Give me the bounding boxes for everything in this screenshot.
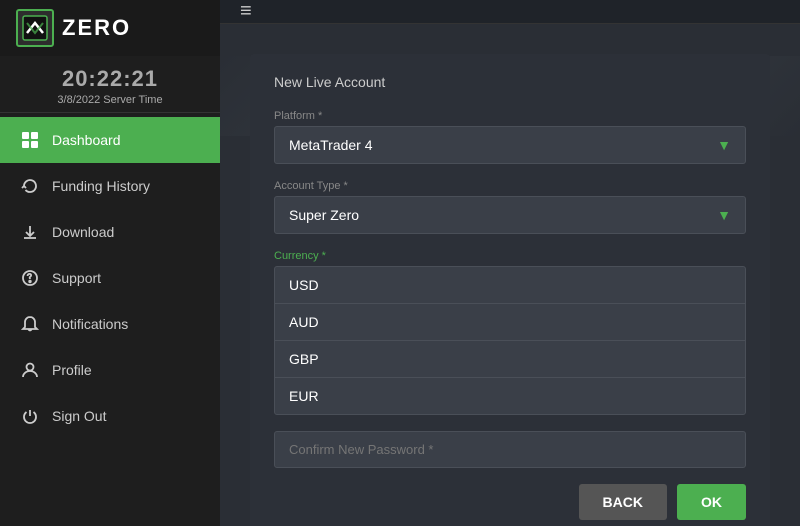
sidebar-nav: Dashboard Funding History Download xyxy=(0,113,220,526)
currency-gbp[interactable]: GBP xyxy=(275,341,745,378)
form-title: New Live Account xyxy=(274,74,746,90)
sidebar-item-funding-history[interactable]: Funding History xyxy=(0,163,220,209)
account-type-label: Account Type * xyxy=(274,180,746,192)
question-icon xyxy=(20,268,40,288)
account-type-dropdown-arrow: ▼ xyxy=(717,207,731,223)
logo-area: ZERO xyxy=(0,0,220,56)
bell-icon xyxy=(20,314,40,334)
sidebar: ZERO 20:22:21 3/8/2022 Server Time Dashb… xyxy=(0,0,220,526)
sidebar-item-sign-out[interactable]: Sign Out xyxy=(0,393,220,439)
sidebar-item-funding-history-label: Funding History xyxy=(52,178,150,194)
sidebar-item-sign-out-label: Sign Out xyxy=(52,408,106,424)
account-type-field: Account Type * Super Zero ▼ xyxy=(274,180,746,234)
time-display: 20:22:21 xyxy=(0,66,220,92)
download-icon xyxy=(20,222,40,242)
currency-label: Currency * xyxy=(274,250,746,262)
power-icon xyxy=(20,406,40,426)
refresh-icon xyxy=(20,176,40,196)
account-type-value: Super Zero xyxy=(289,207,359,223)
currency-usd[interactable]: USD xyxy=(275,267,745,304)
sidebar-item-profile[interactable]: Profile xyxy=(0,347,220,393)
currency-list: USD AUD GBP EUR xyxy=(274,266,746,415)
currency-eur[interactable]: EUR xyxy=(275,378,745,414)
grid-icon xyxy=(20,130,40,150)
clock-area: 20:22:21 3/8/2022 Server Time xyxy=(0,56,220,113)
main-content: ≡ New Live Account Platform * MetaTrader… xyxy=(220,0,800,526)
sidebar-item-download[interactable]: Download xyxy=(0,209,220,255)
sidebar-item-download-label: Download xyxy=(52,224,114,240)
platform-label: Platform * xyxy=(274,110,746,122)
date-display: 3/8/2022 Server Time xyxy=(0,94,220,106)
logo-icon xyxy=(16,9,54,47)
sidebar-item-support-label: Support xyxy=(52,270,101,286)
sidebar-item-dashboard-label: Dashboard xyxy=(52,132,121,148)
confirm-password-input[interactable] xyxy=(274,431,746,468)
sidebar-item-notifications[interactable]: Notifications xyxy=(0,301,220,347)
platform-dropdown-arrow: ▼ xyxy=(717,137,731,153)
platform-value: MetaTrader 4 xyxy=(289,137,373,153)
platform-select[interactable]: MetaTrader 4 ▼ xyxy=(274,126,746,164)
form-actions: BACK OK xyxy=(274,484,746,520)
account-type-select[interactable]: Super Zero ▼ xyxy=(274,196,746,234)
main-header: ≡ xyxy=(220,0,800,24)
sidebar-item-support[interactable]: Support xyxy=(0,255,220,301)
back-button[interactable]: BACK xyxy=(579,484,667,520)
user-icon xyxy=(20,360,40,380)
sidebar-item-profile-label: Profile xyxy=(52,362,92,378)
hamburger-icon[interactable]: ≡ xyxy=(240,0,252,23)
currency-aud[interactable]: AUD xyxy=(275,304,745,341)
logo-text: ZERO xyxy=(62,15,131,41)
platform-field: Platform * MetaTrader 4 ▼ xyxy=(274,110,746,164)
ok-button[interactable]: OK xyxy=(677,484,746,520)
sidebar-item-dashboard[interactable]: Dashboard xyxy=(0,117,220,163)
new-live-account-form: New Live Account Platform * MetaTrader 4… xyxy=(250,54,770,526)
password-field xyxy=(274,431,746,468)
currency-field: Currency * USD AUD GBP EUR xyxy=(274,250,746,415)
sidebar-item-notifications-label: Notifications xyxy=(52,316,128,332)
